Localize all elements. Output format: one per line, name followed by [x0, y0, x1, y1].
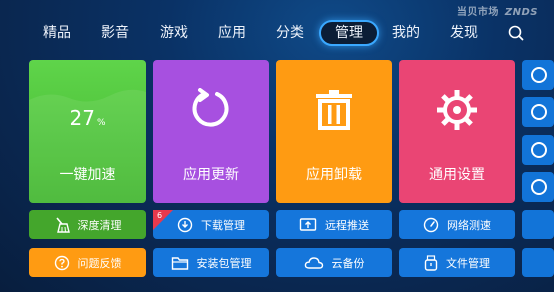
feedback-label: 问题反馈 — [77, 256, 122, 270]
partial-icon — [531, 104, 547, 120]
cloud-icon — [304, 256, 323, 269]
deep-clean-label: 深度清理 — [77, 218, 122, 232]
watermark-brand: ZNDS — [504, 7, 538, 18]
nav-tab-discover[interactable]: 发现 — [447, 20, 481, 46]
cloud-backup-button[interactable]: 云备份 — [276, 248, 392, 277]
speedup-number: 27 — [69, 106, 95, 130]
tile-offscreen-2[interactable] — [522, 97, 554, 127]
usb-drive-icon — [424, 254, 438, 271]
remote-push-label: 远程推送 — [325, 218, 369, 232]
notification-badge — [153, 210, 173, 230]
search-icon[interactable] — [507, 24, 525, 42]
nav-tab-categories[interactable]: 分类 — [273, 20, 307, 46]
trash-icon — [316, 90, 352, 130]
cloud-backup-label: 云备份 — [331, 256, 365, 270]
speedup-unit: % — [96, 118, 106, 128]
tile-general-settings[interactable]: 通用设置 — [399, 60, 515, 203]
speedup-value: 27% — [29, 106, 146, 130]
feedback-button[interactable]: 问题反馈 — [29, 248, 146, 277]
tile-speedup[interactable]: 27% 一键加速 — [29, 60, 146, 203]
partial-icon — [531, 67, 547, 83]
nav-tab-games[interactable]: 游戏 — [157, 20, 191, 46]
speed-test-label: 网络测速 — [447, 218, 491, 232]
nav-tab-featured[interactable]: 精品 — [40, 20, 74, 46]
file-manager-label: 文件管理 — [446, 256, 490, 270]
tile-offscreen-1[interactable] — [522, 60, 554, 90]
tile-app-uninstall-label: 应用卸载 — [306, 167, 362, 183]
top-nav: 精品 影音 游戏 应用 分类 管理 我的 发现 — [0, 20, 554, 46]
nav-tab-apps[interactable]: 应用 — [215, 20, 249, 46]
nav-tab-media[interactable]: 影音 — [98, 20, 132, 46]
question-icon — [54, 255, 69, 270]
file-manager-button[interactable]: 文件管理 — [399, 248, 515, 277]
tile-offscreen-6[interactable] — [522, 248, 554, 277]
tile-offscreen-4[interactable] — [522, 172, 554, 202]
tile-app-update-label: 应用更新 — [183, 167, 239, 183]
tile-offscreen-5[interactable] — [522, 210, 554, 239]
partial-icon — [531, 142, 547, 158]
speed-test-button[interactable]: 网络测速 — [399, 210, 515, 239]
download-manager-button[interactable]: 6 下载管理 — [153, 210, 269, 239]
package-manager-label: 安装包管理 — [196, 256, 252, 270]
package-manager-button[interactable]: 安装包管理 — [153, 248, 269, 277]
speedometer-icon — [423, 217, 439, 232]
deep-clean-button[interactable]: 深度清理 — [29, 210, 146, 239]
download-icon — [177, 217, 193, 232]
folder-icon — [171, 256, 188, 270]
gear-icon — [437, 90, 477, 130]
tile-general-settings-label: 通用设置 — [429, 167, 485, 183]
download-manager-label: 下载管理 — [201, 218, 245, 232]
tile-offscreen-3[interactable] — [522, 135, 554, 165]
watermark-text: 当贝市场 — [456, 7, 499, 18]
tile-app-update[interactable]: 应用更新 — [153, 60, 269, 203]
nav-tab-manage[interactable]: 管理 — [319, 20, 379, 46]
remote-push-icon — [299, 217, 317, 231]
refresh-icon — [192, 88, 229, 127]
tile-speedup-label: 一键加速 — [59, 167, 116, 183]
remote-push-button[interactable]: 远程推送 — [276, 210, 392, 239]
download-badge-count: 6 — [157, 211, 163, 220]
nav-tab-mine[interactable]: 我的 — [389, 20, 423, 46]
tile-app-uninstall[interactable]: 应用卸载 — [276, 60, 392, 203]
broom-icon — [55, 216, 70, 233]
watermark: 当贝市场 ZNDS — [457, 3, 538, 18]
partial-icon — [531, 179, 547, 195]
